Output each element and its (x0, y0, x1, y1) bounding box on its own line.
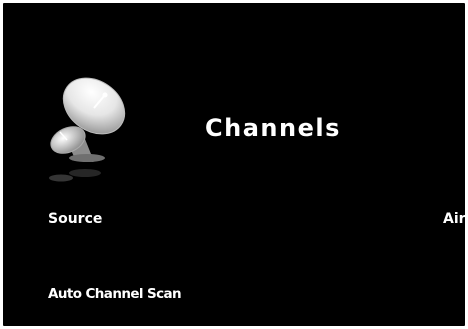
menu-title: Channels (205, 114, 341, 142)
auto-channel-scan-menu-item[interactable]: Auto Channel Scan (48, 285, 182, 303)
source-value[interactable]: Air (443, 210, 465, 228)
tv-menu-screen: Channels Source Air Auto Channel Scan (3, 3, 465, 326)
satellite-dish-icon (49, 77, 126, 182)
source-menu-item[interactable]: Source (48, 210, 102, 228)
